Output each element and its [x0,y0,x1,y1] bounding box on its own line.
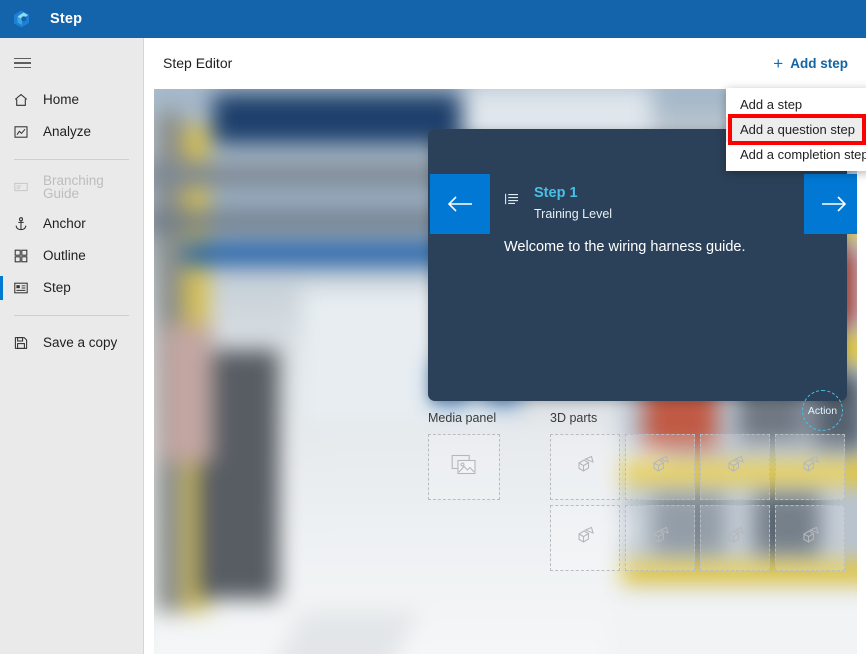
app-window: Step Home [0,0,866,654]
part-slot[interactable] [550,505,620,571]
step-card-header: Step 1 Training Level [504,184,612,222]
sidebar-item-label: Step [43,281,71,295]
part-slot[interactable] [550,434,620,500]
cube-3d-icon [798,454,822,481]
sidebar-item-label: Analyze [43,125,91,139]
guides-logo-icon [10,6,36,32]
arrow-left-icon [445,193,475,215]
title-bar: Step [0,0,866,38]
add-step-button[interactable]: + Add step [773,55,848,72]
sidebar-item-anchor[interactable]: Anchor [0,208,143,240]
parts-3d-label: 3D parts [550,411,845,425]
next-step-button[interactable] [804,174,858,234]
media-panel-slot[interactable] [428,434,500,500]
cube-3d-icon [798,525,822,552]
step-list-icon [504,191,520,212]
home-icon [10,90,32,110]
sidebar-item-label: Outline [43,249,86,263]
part-slot[interactable] [700,434,770,500]
hamburger-menu-icon[interactable] [0,48,44,78]
step-title: Step 1 [534,185,578,201]
cube-3d-icon [648,525,672,552]
step-preview-canvas: Step 1 Training Level Welcome to the wir… [153,88,858,654]
step-subtitle: Training Level [534,206,612,222]
step-slide-icon [10,278,32,298]
save-disk-icon [10,333,32,353]
sidebar-item-branching-guide: Branching Guide [0,171,143,203]
add-step-label: Add step [790,56,848,71]
sidebar-item-outline[interactable]: Outline [0,240,143,272]
part-slot[interactable] [700,505,770,571]
sidebar-item-label: Branching Guide [43,174,143,201]
sidebar: Home Analyze B [0,38,144,654]
part-slot[interactable] [775,434,845,500]
parts-3d-grid [550,434,845,571]
media-panel-section: Media panel [428,411,500,500]
media-panel-label: Media panel [428,411,500,425]
branching-guide-icon [10,177,32,197]
part-slot[interactable] [775,505,845,571]
arrow-right-icon [819,193,849,215]
cube-3d-icon [573,525,597,552]
sidebar-item-save-a-copy[interactable]: Save a copy [0,327,143,359]
sidebar-nav-list: Home Analyze B [0,84,143,359]
part-slot[interactable] [625,434,695,500]
image-placeholder-icon [451,454,477,481]
analyze-chart-icon [10,122,32,142]
sidebar-item-label: Anchor [43,217,86,231]
menu-item-add-a-step[interactable]: Add a step [726,92,866,117]
previous-step-button[interactable] [430,174,490,234]
page-title: Step Editor [163,55,232,71]
plus-icon: + [773,55,783,72]
sidebar-item-label: Save a copy [43,336,117,350]
sidebar-item-step[interactable]: Step [0,272,143,304]
add-step-dropdown-menu: Add a step Add a question step Add a com… [726,88,866,171]
sidebar-item-home[interactable]: Home [0,84,143,116]
sidebar-divider-2 [14,315,129,316]
parts-3d-section: 3D parts [550,411,845,571]
sidebar-item-label: Home [43,93,79,107]
cube-3d-icon [573,454,597,481]
anchor-icon [10,214,32,234]
cube-3d-icon [648,454,672,481]
outline-grid-icon [10,246,32,266]
sidebar-divider-1 [14,159,129,160]
step-editor-header: Step Editor + Add step [144,38,866,88]
cube-3d-icon [723,525,747,552]
sidebar-item-analyze[interactable]: Analyze [0,116,143,148]
cube-3d-icon [723,454,747,481]
app-title: Step [50,11,82,27]
menu-item-add-a-question-step[interactable]: Add a question step [726,117,866,142]
part-slot[interactable] [625,505,695,571]
menu-item-add-a-completion-step[interactable]: Add a completion step [726,142,866,167]
step-body-text: Welcome to the wiring harness guide. [504,237,804,257]
